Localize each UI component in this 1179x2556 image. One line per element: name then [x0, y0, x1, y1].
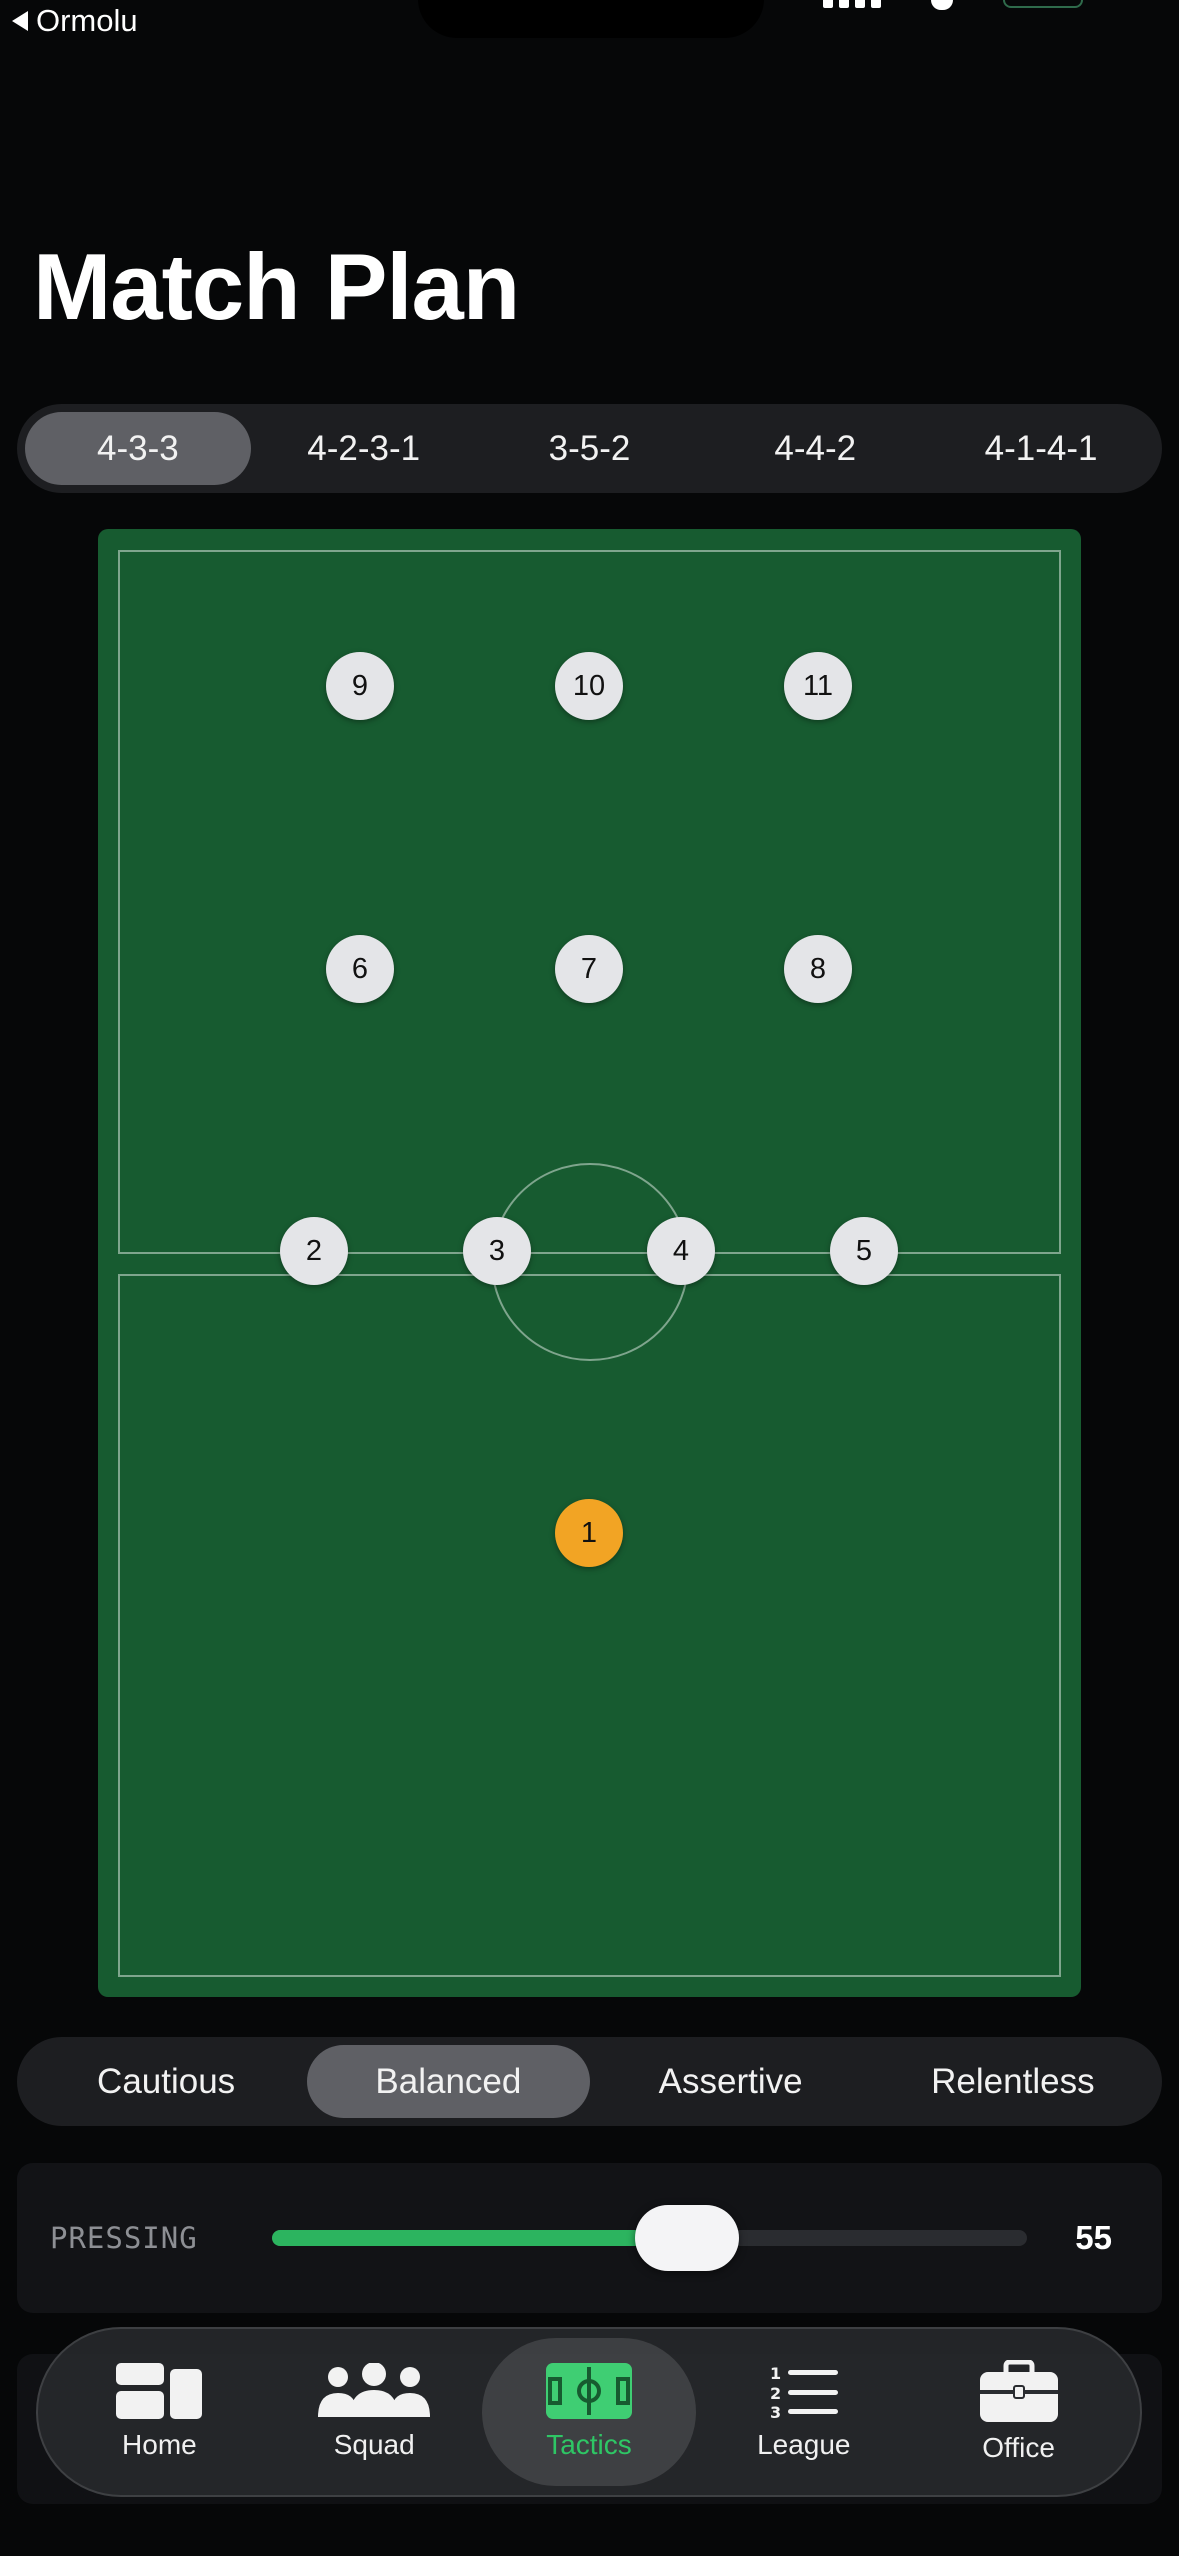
pressing-slider-thumb[interactable]: [635, 2205, 740, 2271]
formation-option-4-2-3-1[interactable]: 4-2-3-1: [251, 412, 477, 485]
formation-option-3-5-2[interactable]: 3-5-2: [477, 412, 703, 485]
mentality-option-relentless[interactable]: Relentless: [872, 2045, 1154, 2118]
pitch: 9 10 11 6 7 8 2 3 4 5 1: [98, 529, 1081, 1997]
player-token-4[interactable]: 4: [647, 1217, 715, 1285]
goalkeeper-token[interactable]: 1: [555, 1499, 623, 1567]
back-link-label: Ormolu: [36, 3, 138, 38]
mentality-selector: Cautious Balanced Assertive Relentless: [17, 2037, 1162, 2126]
formation-option-4-4-2[interactable]: 4-4-2: [702, 412, 928, 485]
pitch-bottom-half: [118, 1274, 1061, 1977]
pressing-slider-card: PRESSING 55: [17, 2163, 1162, 2313]
formation-option-4-3-3[interactable]: 4-3-3: [25, 412, 251, 485]
dynamic-island: [418, 0, 764, 38]
mentality-option-balanced[interactable]: Balanced: [307, 2045, 590, 2118]
pressing-label: PRESSING: [50, 2221, 198, 2255]
player-token-2[interactable]: 2: [280, 1217, 348, 1285]
briefcase-icon: [979, 2360, 1058, 2422]
tab-squad-label: Squad: [333, 2429, 415, 2460]
page-title: Match Plan: [33, 234, 520, 339]
back-to-app-link[interactable]: Ormolu: [12, 0, 138, 42]
svg-text:2: 2: [770, 2384, 781, 2403]
pressing-slider-fill: [272, 2230, 688, 2246]
tab-home[interactable]: Home: [52, 2338, 267, 2486]
tab-tactics-label: Tactics: [546, 2429, 632, 2460]
tab-office[interactable]: Office: [911, 2338, 1126, 2486]
player-token-11[interactable]: 11: [784, 652, 852, 720]
tab-squad[interactable]: Squad: [267, 2338, 482, 2486]
tab-league[interactable]: 1 2 3 League: [696, 2338, 911, 2486]
player-token-7[interactable]: 7: [555, 935, 623, 1003]
wifi-icon: [931, 0, 953, 10]
player-token-5[interactable]: 5: [830, 1217, 898, 1285]
formation-option-4-1-4-1[interactable]: 4-1-4-1: [928, 412, 1154, 485]
player-token-6[interactable]: 6: [326, 935, 394, 1003]
battery-icon: [1003, 0, 1083, 8]
status-icons: [823, 0, 1083, 10]
pressing-slider-track[interactable]: [272, 2205, 1027, 2271]
home-grid-icon: [116, 2363, 203, 2419]
tab-bar: Home Squad Tactics 1 2 3 League Office: [36, 2327, 1142, 2497]
mentality-option-cautious[interactable]: Cautious: [25, 2045, 307, 2118]
tab-league-label: League: [757, 2429, 851, 2460]
player-token-3[interactable]: 3: [463, 1217, 531, 1285]
player-token-10[interactable]: 10: [555, 652, 623, 720]
tab-home-label: Home: [122, 2429, 197, 2460]
signal-icon: [823, 0, 881, 8]
mentality-option-assertive[interactable]: Assertive: [590, 2045, 872, 2118]
tab-office-label: Office: [982, 2432, 1055, 2463]
tab-tactics[interactable]: Tactics: [481, 2338, 697, 2486]
formation-selector: 4-3-3 4-2-3-1 3-5-2 4-4-2 4-1-4-1: [17, 404, 1162, 493]
numbered-list-icon: 1 2 3: [770, 2364, 838, 2419]
svg-text:1: 1: [770, 2364, 781, 2383]
player-token-9[interactable]: 9: [326, 652, 394, 720]
match-plan-screen: Ormolu Match Plan 4-3-3 4-2-3-1 3-5-2 4-…: [0, 0, 1179, 2556]
svg-text:3: 3: [770, 2403, 781, 2419]
back-triangle-icon: [12, 11, 28, 31]
player-token-8[interactable]: 8: [784, 935, 852, 1003]
pressing-value: 55: [1075, 2219, 1112, 2256]
pitch-icon: [545, 2363, 632, 2419]
people-icon: [318, 2363, 431, 2417]
